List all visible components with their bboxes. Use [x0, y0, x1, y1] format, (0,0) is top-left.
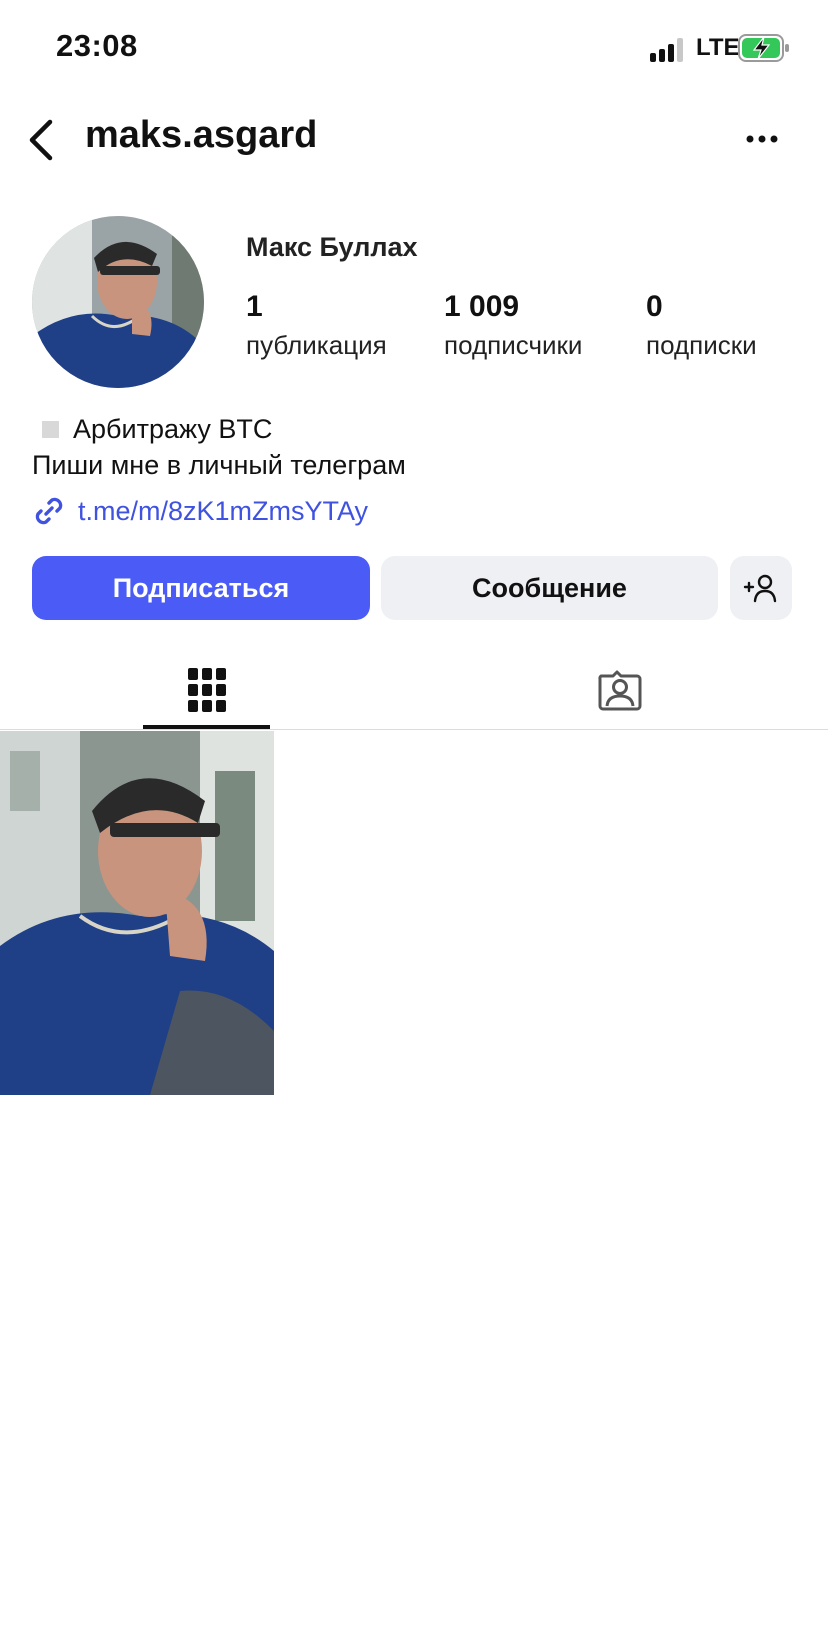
message-button[interactable]: Сообщение: [381, 556, 718, 620]
followers-label[interactable]: подписчики: [444, 330, 582, 361]
profile-username: maks.asgard: [85, 114, 318, 156]
bio-line-2: Пиши мне в личный телеграм: [32, 450, 406, 480]
suggested-users-button[interactable]: [730, 556, 792, 620]
square-icon: [42, 421, 59, 438]
follow-button[interactable]: Подписаться: [32, 556, 370, 620]
profile-avatar[interactable]: [32, 216, 204, 388]
more-options-button[interactable]: [744, 124, 784, 154]
following-label[interactable]: подписки: [646, 330, 757, 361]
followers-count[interactable]: 1 009: [444, 290, 519, 324]
grid-icon: [187, 668, 226, 712]
bio-text-1: Арбитражу BTC: [73, 414, 273, 444]
posts-label: публикация: [246, 330, 387, 360]
posts-count: 1: [246, 290, 263, 323]
tagged-person-icon: [597, 670, 641, 711]
add-user-icon: [743, 574, 777, 603]
following-count[interactable]: 0: [646, 290, 663, 324]
bio-line-1: Арбитражу BTC: [32, 414, 272, 445]
more-horizontal-icon: [746, 135, 778, 143]
display-name: Макс Буллах: [246, 232, 418, 262]
chevron-left-icon: [29, 119, 53, 161]
battery-icon: [738, 34, 790, 62]
status-time: 23:08: [56, 28, 138, 63]
tabs-divider: [0, 729, 828, 730]
post-thumbnail[interactable]: [0, 731, 274, 1095]
link-text[interactable]: t.me/m/8zK1mZmsYTAy: [78, 496, 368, 527]
tab-tagged[interactable]: [556, 650, 683, 730]
link-icon: [35, 497, 63, 525]
network-label: LTE: [696, 34, 740, 61]
tab-posts-grid[interactable]: [143, 650, 270, 730]
signal-icon: [650, 38, 684, 62]
back-button[interactable]: [22, 116, 62, 164]
bio-link[interactable]: t.me/m/8zK1mZmsYTAy: [32, 494, 368, 528]
